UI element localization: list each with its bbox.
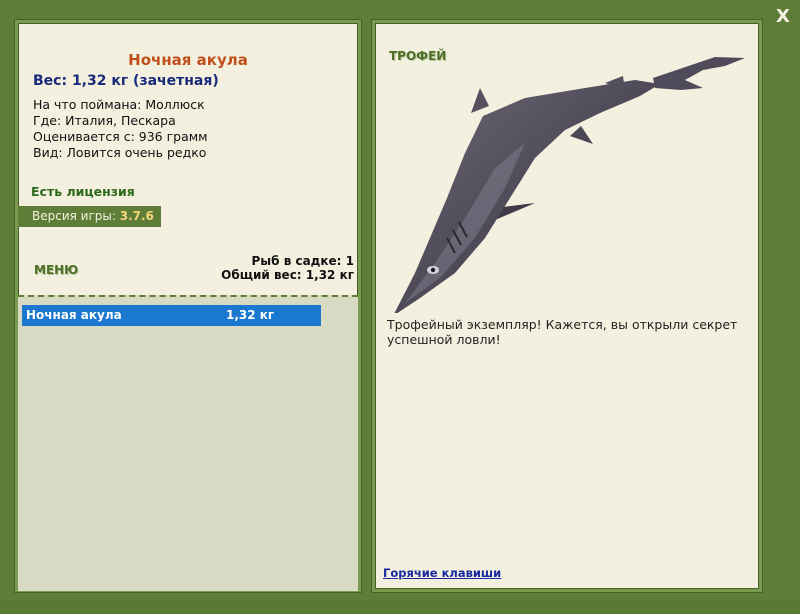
catch-summary: Рыб в садке: 1 Общий вес: 1,32 кг — [221, 254, 354, 282]
rarity: Вид: Ловится очень редко — [33, 145, 207, 160]
license-status: Есть лицензия — [31, 184, 135, 199]
total-weight: Общий вес: 1,32 кг — [221, 268, 354, 282]
list-item[interactable]: Ночная акула 1,32 кг — [22, 305, 321, 326]
catch-list: Ночная акула 1,32 кг — [18, 295, 358, 591]
hotkeys-link[interactable]: Горячие клавиши — [383, 566, 501, 580]
list-item-weight: 1,32 кг — [226, 308, 275, 322]
menu-button[interactable]: МЕНЮ — [34, 263, 78, 277]
shark-image — [394, 57, 745, 313]
version-bar: Версия игры: 3.7.6 — [18, 206, 161, 227]
fish-name: Ночная акула — [128, 51, 248, 69]
trophy-panel: ТРОФЕЙ Трофейный экземпляр! Кажется, вы … — [372, 20, 762, 592]
trophy-message: Трофейный экземпляр! Кажется, вы открыли… — [387, 317, 738, 347]
fish-details: На что поймана: Моллюск Где: Италия, Пес… — [33, 97, 208, 161]
version-label: Версия игры: — [32, 209, 120, 223]
catch-info-panel: Ночная акула Вес: 1,32 кг (зачетная) На … — [15, 20, 361, 592]
list-item-name: Ночная акула — [26, 308, 122, 322]
version-value: 3.7.6 — [119, 209, 154, 223]
location: Где: Италия, Пескара — [33, 113, 176, 128]
dialog-frame: X Ночная акула Вес: 1,32 кг (зачетная) Н… — [0, 0, 800, 600]
close-button[interactable]: X — [772, 6, 794, 28]
fish-weight: Вес: 1,32 кг (зачетная) — [33, 73, 219, 89]
fish-count: Рыб в садке: 1 — [251, 254, 355, 268]
valued-from: Оценивается с: 936 грамм — [33, 129, 208, 144]
caught-on: На что поймана: Моллюск — [33, 97, 205, 112]
trophy-label: ТРОФЕЙ — [389, 49, 447, 63]
